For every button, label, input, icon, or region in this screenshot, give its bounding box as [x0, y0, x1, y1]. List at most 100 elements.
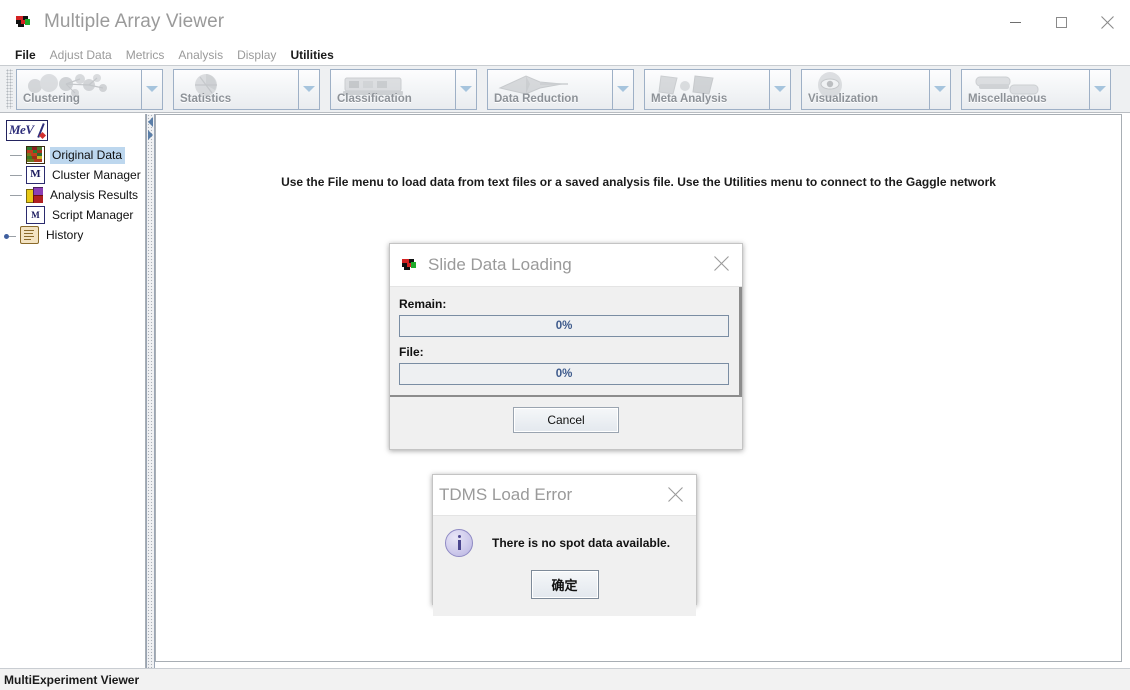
- ok-button[interactable]: 确定: [530, 570, 599, 599]
- toolbar-dropdown-miscellaneous[interactable]: [1089, 68, 1111, 110]
- toolbar-dropdown-meta-analysis[interactable]: [769, 68, 791, 110]
- error-dialog-title: TDMS Load Error: [439, 485, 573, 504]
- statusbar-text: MultiExperiment Viewer: [4, 672, 140, 687]
- collapse-left-icon[interactable]: [148, 117, 153, 127]
- chevron-down-icon: [934, 86, 946, 92]
- history-scroll-icon: [20, 226, 39, 244]
- maximize-icon: [1055, 16, 1068, 29]
- sidebar-label-original-data: Original Data: [50, 146, 126, 164]
- toolbar-button-miscellaneous[interactable]: Miscellaneous: [961, 68, 1089, 110]
- slide-dialog-footer: Cancel: [390, 397, 742, 443]
- slide-dialog-body: Remain: 0% File: 0%: [390, 287, 742, 397]
- main-hint-text: Use the File menu to load data from text…: [281, 175, 996, 189]
- close-icon: [713, 255, 730, 275]
- close-icon: [1100, 15, 1115, 30]
- tree-connector: [10, 194, 22, 196]
- toolbar-dropdown-visualization[interactable]: [929, 68, 951, 110]
- toolbar-dropdown-classification[interactable]: [455, 68, 477, 110]
- close-icon: [667, 486, 684, 506]
- mev-heatmap-icon: [402, 259, 418, 271]
- slide-dialog-close-button[interactable]: [706, 250, 736, 280]
- sidebar-label-analysis-results: Analysis Results: [50, 187, 139, 202]
- chevron-down-icon: [617, 86, 629, 92]
- window-controls: [992, 0, 1130, 44]
- minimize-button[interactable]: [992, 0, 1038, 44]
- tree-expand-handle[interactable]: [4, 229, 16, 241]
- analysis-results-icon: [26, 187, 43, 203]
- toolbar-dropdown-clustering[interactable]: [141, 68, 163, 110]
- sidebar-item-original-data[interactable]: Original Data: [0, 145, 145, 165]
- main-toolbar: Clustering Statistics Classification Dat…: [0, 65, 1130, 113]
- navigation-tree: MeV Original Data M Cluster Manager Anal…: [0, 114, 146, 668]
- window-titlebar: Multiple Array Viewer: [0, 0, 1130, 44]
- sidebar-item-cluster-manager[interactable]: M Cluster Manager: [0, 165, 145, 185]
- toolbar-label-clustering: Clustering: [23, 92, 80, 105]
- error-dialog-body: There is no spot data available.: [433, 516, 696, 570]
- sidebar-label-history: History: [46, 227, 84, 242]
- statusbar: MultiExperiment Viewer: [0, 668, 1130, 690]
- tree-connector: [10, 174, 22, 176]
- chevron-down-icon: [303, 86, 315, 92]
- toolbar-button-clustering[interactable]: Clustering: [16, 68, 141, 110]
- heatmap-icon: [26, 146, 45, 164]
- mev-logo-icon: MeV: [6, 120, 48, 141]
- error-message: There is no spot data available.: [492, 536, 671, 550]
- sidebar-label-script-manager: Script Manager: [52, 207, 134, 222]
- menu-file[interactable]: File: [8, 46, 43, 64]
- menu-metrics[interactable]: Metrics: [119, 46, 172, 64]
- remain-progress-value: 0%: [555, 320, 573, 332]
- remain-progress-bar: 0%: [399, 315, 729, 337]
- toolbar-button-statistics[interactable]: Statistics: [173, 68, 298, 110]
- toolbar-button-meta-analysis[interactable]: Meta Analysis: [644, 68, 769, 110]
- mev-logo-text: MeV: [9, 122, 34, 137]
- file-progress-value: 0%: [555, 368, 573, 380]
- toolbar-button-classification[interactable]: Classification: [330, 68, 455, 110]
- toolbar-button-data-reduction[interactable]: Data Reduction: [487, 68, 612, 110]
- mev-heatmap-icon: [16, 16, 32, 28]
- menu-utilities[interactable]: Utilities: [283, 46, 340, 64]
- toolbar-group-meta-analysis: Meta Analysis: [644, 68, 791, 110]
- sidebar-label-cluster-manager: Cluster Manager: [52, 167, 141, 182]
- file-label: File:: [399, 345, 424, 359]
- toolbar-group-statistics: Statistics: [173, 68, 320, 110]
- toolbar-drag-handle[interactable]: [6, 69, 13, 109]
- chevron-down-icon: [460, 86, 472, 92]
- menu-adjust-data[interactable]: Adjust Data: [43, 46, 119, 64]
- menubar: File Adjust Data Metrics Analysis Displa…: [0, 44, 1130, 65]
- window-title: Multiple Array Viewer: [44, 11, 225, 32]
- toolbar-button-visualization[interactable]: Visualization: [801, 68, 929, 110]
- toolbar-group-miscellaneous: Miscellaneous: [961, 68, 1111, 110]
- toolbar-group-clustering: Clustering: [16, 68, 163, 110]
- toolbar-label-statistics: Statistics: [180, 92, 232, 105]
- chevron-down-icon: [774, 86, 786, 92]
- toolbar-label-data-reduction: Data Reduction: [494, 92, 579, 105]
- menu-analysis[interactable]: Analysis: [171, 46, 230, 64]
- collapse-right-icon[interactable]: [148, 130, 153, 140]
- slide-data-loading-dialog: Slide Data Loading Remain: 0% File: 0% C…: [389, 243, 743, 450]
- chevron-down-icon: [1094, 86, 1106, 92]
- toolbar-group-visualization: Visualization: [801, 68, 951, 110]
- toolbar-dropdown-statistics[interactable]: [298, 68, 320, 110]
- error-dialog-titlebar: TDMS Load Error: [433, 475, 696, 516]
- toolbar-label-meta-analysis: Meta Analysis: [651, 92, 728, 105]
- sidebar-item-analysis-results[interactable]: Analysis Results: [0, 185, 145, 205]
- toolbar-label-miscellaneous: Miscellaneous: [968, 92, 1047, 105]
- tdms-load-error-dialog: TDMS Load Error There is no spot data av…: [432, 474, 697, 616]
- slide-dialog-titlebar: Slide Data Loading: [390, 244, 742, 287]
- cluster-manager-icon: M: [26, 166, 45, 184]
- menu-display[interactable]: Display: [230, 46, 283, 64]
- toolbar-dropdown-data-reduction[interactable]: [612, 68, 634, 110]
- info-icon: [445, 529, 473, 557]
- sidebar-item-script-manager[interactable]: M Script Manager: [0, 205, 145, 225]
- close-button[interactable]: [1084, 0, 1130, 44]
- maximize-button[interactable]: [1038, 0, 1084, 44]
- split-pane-divider[interactable]: [146, 114, 155, 668]
- script-manager-icon: M: [26, 206, 45, 224]
- tree-connector: [10, 154, 22, 156]
- toolbar-group-classification: Classification: [330, 68, 477, 110]
- slide-dialog-title: Slide Data Loading: [428, 255, 572, 274]
- tree-root-mev[interactable]: MeV: [6, 120, 145, 141]
- sidebar-item-history[interactable]: History: [0, 225, 145, 245]
- error-dialog-close-button[interactable]: [660, 481, 690, 511]
- cancel-button[interactable]: Cancel: [513, 407, 619, 433]
